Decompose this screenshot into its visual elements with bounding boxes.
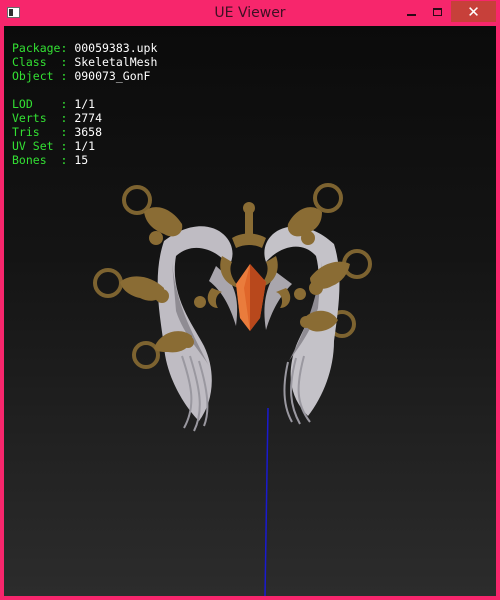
orange-gem: [236, 264, 266, 331]
info-key: Bones :: [12, 153, 75, 167]
info-row-bones: Bones : 15: [12, 153, 157, 167]
maximize-button[interactable]: [424, 1, 450, 22]
maximize-icon: [432, 7, 442, 16]
info-row-class: Class : SkeletalMesh: [12, 55, 157, 69]
title-bar[interactable]: UE Viewer ✕: [0, 0, 500, 26]
info-row-object: Object : 090073_GonF: [12, 69, 157, 83]
left-wing: [157, 226, 238, 432]
info-row-uvset: UV Set : 1/1: [12, 139, 157, 153]
info-value: 090073_GonF: [74, 69, 151, 83]
close-button[interactable]: ✕: [451, 1, 496, 22]
info-key: Package:: [12, 41, 75, 55]
minimize-icon: [406, 13, 416, 16]
info-key: LOD :: [12, 97, 75, 111]
info-value: 1/1: [74, 97, 96, 111]
app-window: UE Viewer ✕ Package: 00059383.upk Class …: [0, 0, 500, 600]
info-row-package: Package: 00059383.upk: [12, 41, 157, 55]
info-value: SkeletalMesh: [74, 55, 158, 69]
info-value: 3658: [74, 125, 103, 139]
axis-line: [264, 407, 269, 596]
info-value: 00059383.upk: [74, 41, 158, 55]
info-row-verts: Verts : 2774: [12, 111, 157, 125]
info-key: Object :: [12, 69, 75, 83]
info-key: Verts :: [12, 111, 75, 125]
info-value: 1/1: [74, 139, 96, 153]
close-icon: ✕: [467, 2, 480, 21]
minimize-button[interactable]: [398, 1, 424, 22]
mesh-info-panel: Package: 00059383.upk Class : SkeletalMe…: [12, 41, 157, 167]
info-key: Class :: [12, 55, 75, 69]
info-value: 2774: [74, 111, 103, 125]
info-key: UV Set :: [12, 139, 75, 153]
3d-viewport[interactable]: Package: 00059383.upk Class : SkeletalMe…: [4, 26, 496, 596]
info-row-lod: LOD : 1/1: [12, 97, 157, 111]
info-value: 15: [74, 153, 89, 167]
gold-arms: [120, 207, 350, 353]
info-row-tris: Tris : 3658: [12, 125, 157, 139]
info-key: Tris :: [12, 125, 75, 139]
